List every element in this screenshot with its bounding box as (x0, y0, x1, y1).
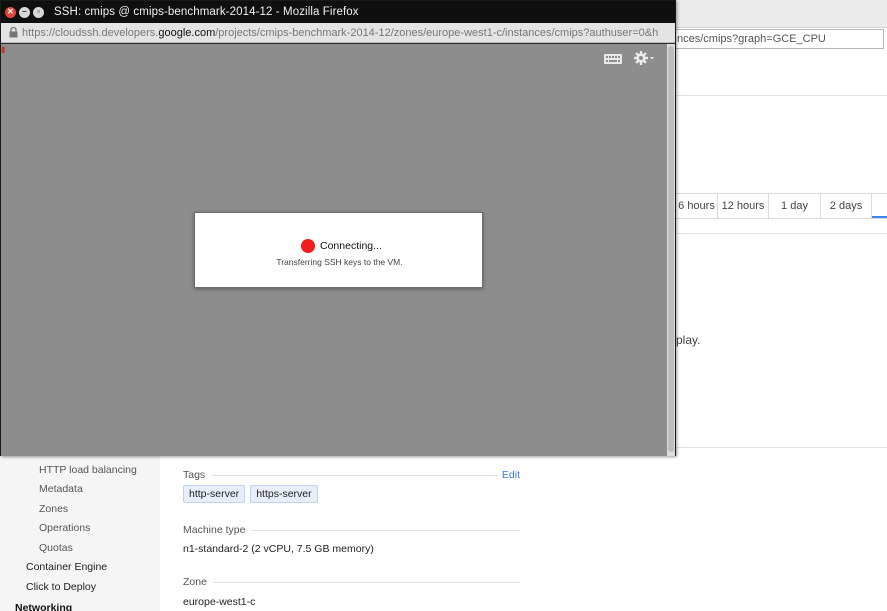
divider (211, 474, 498, 476)
divider (251, 529, 520, 531)
divider (676, 233, 887, 234)
tags-section-header: Tags Edit (183, 468, 520, 482)
tag-chips: http-server https-server (183, 485, 318, 503)
tags-label: Tags (183, 469, 206, 481)
url-domain: google.com (158, 26, 216, 39)
tab-1-day[interactable]: 1 day (769, 194, 821, 218)
tab-2-days[interactable]: 2 days (821, 194, 872, 218)
sidebar-item-metadata[interactable]: Metadata (39, 483, 83, 495)
tab-6-hours[interactable]: 6 hours (676, 194, 718, 218)
minimize-window-button[interactable]: – (19, 6, 30, 18)
tab-more[interactable] (872, 194, 887, 218)
close-window-button[interactable]: ✕ (5, 6, 16, 18)
sidebar: HTTP load balancing Metadata Zones Opera… (0, 456, 160, 611)
machine-type-value: n1-standard-2 (2 vCPU, 7.5 GB memory) (183, 543, 374, 555)
connecting-dialog: Connecting... Transferring SSH keys to t… (194, 212, 483, 288)
time-range-tabs: 6 hours 12 hours 1 day 2 days (676, 193, 887, 219)
tag-chip-http-server: http-server (183, 485, 246, 503)
status-indicator-icon (301, 239, 315, 253)
chart-placeholder-text: play. (676, 333, 701, 347)
divider (676, 95, 887, 96)
sidebar-item-container-engine[interactable]: Container Engine (26, 561, 107, 573)
connection-status-text: Connecting... (320, 240, 382, 252)
close-icon: ✕ (7, 7, 14, 16)
terminal-scrollbar[interactable] (667, 44, 675, 456)
sidebar-item-click-to-deploy[interactable]: Click to Deploy (26, 581, 96, 593)
window-title: SSH: cmips @ cmips-benchmark-2014-12 - M… (54, 6, 359, 18)
connection-detail-text: Transferring SSH keys to the VM. (276, 257, 403, 267)
gear-icon[interactable] (633, 50, 655, 66)
tag-chip-https-server: https-server (250, 485, 318, 503)
divider (676, 447, 887, 448)
maximize-icon: ▫ (37, 7, 40, 16)
popup-url-bar[interactable]: https://cloudssh.developers.google.com/p… (1, 23, 675, 43)
sidebar-item-quotas[interactable]: Quotas (39, 542, 73, 554)
sidebar-heading-networking[interactable]: Networking (15, 602, 72, 611)
maximize-window-button[interactable]: ▫ (33, 6, 44, 18)
zone-section-header: Zone (183, 575, 520, 589)
zone-value: europe-west1-c (183, 596, 256, 608)
sidebar-item-zones[interactable]: Zones (39, 503, 68, 515)
url-prefix: https://cloudssh.developers. (22, 26, 159, 39)
connection-status: Connecting... (301, 239, 382, 253)
minimize-icon: – (22, 7, 27, 16)
edit-tags-link[interactable]: Edit (498, 469, 520, 481)
sidebar-item-operations[interactable]: Operations (39, 522, 90, 534)
lock-icon (7, 27, 19, 39)
sidebar-item-http-load-balancing[interactable]: HTTP load balancing (39, 464, 137, 476)
keyboard-icon[interactable] (604, 53, 622, 64)
background-url-bar[interactable]: nces/cmips?graph=GCE_CPU (670, 29, 884, 49)
machine-type-label: Machine type (183, 524, 246, 536)
machine-type-section-header: Machine type (183, 523, 520, 537)
url-path: /projects/cmips-benchmark-2014-12/zones/… (215, 26, 659, 39)
terminal-cursor-marker: ▮ (1, 45, 6, 54)
divider (212, 581, 520, 583)
zone-label: Zone (183, 576, 207, 588)
scrollbar-thumb[interactable] (668, 46, 674, 452)
background-url-text: nces/cmips?graph=GCE_CPU (677, 33, 826, 45)
tab-12-hours[interactable]: 12 hours (718, 194, 769, 218)
window-titlebar[interactable]: ✕ – ▫ SSH: cmips @ cmips-benchmark-2014-… (1, 1, 675, 23)
popup-url-text: https://cloudssh.developers.google.com/p… (22, 27, 672, 39)
ssh-popup-window: ✕ – ▫ SSH: cmips @ cmips-benchmark-2014-… (0, 0, 676, 456)
